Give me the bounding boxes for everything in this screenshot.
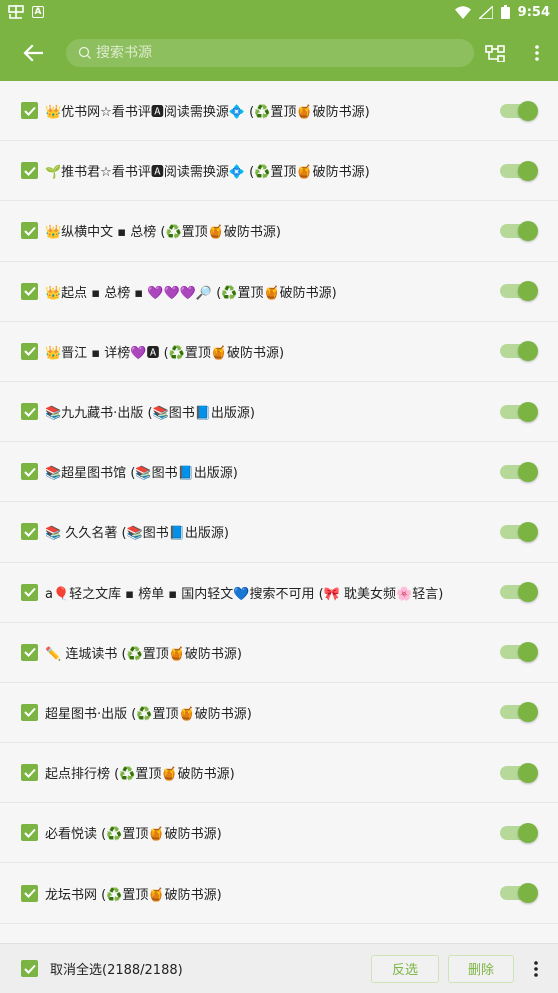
check-icon bbox=[23, 226, 36, 236]
status-bar: A 9:54 bbox=[0, 0, 558, 24]
source-enable-switch[interactable] bbox=[500, 401, 538, 422]
source-checkbox[interactable] bbox=[21, 463, 38, 481]
check-icon bbox=[23, 166, 36, 176]
source-label: 📚九九藏书·出版 (📚图书📘出版源) bbox=[45, 406, 255, 422]
source-enable-switch[interactable] bbox=[500, 762, 538, 783]
search-icon bbox=[78, 46, 91, 59]
source-checkbox[interactable] bbox=[21, 824, 38, 842]
source-checkbox[interactable] bbox=[21, 403, 38, 421]
source-checkbox[interactable] bbox=[21, 342, 38, 360]
source-row[interactable]: 📚超星图书馆 (📚图书📘出版源) bbox=[0, 442, 558, 503]
more-vert-icon bbox=[535, 44, 539, 61]
check-icon bbox=[23, 888, 36, 898]
source-label: ✏️ 连城读书 (♻️置顶🍯破防书源) bbox=[45, 646, 242, 662]
source-row[interactable]: 必看悦读 (♻️置顶🍯破防书源) bbox=[0, 803, 558, 864]
invert-selection-button[interactable]: 反选 bbox=[371, 954, 439, 983]
source-checkbox[interactable] bbox=[21, 523, 38, 541]
source-enable-switch[interactable] bbox=[500, 642, 538, 663]
wifi-icon bbox=[454, 5, 471, 19]
more-vert-icon bbox=[534, 960, 538, 977]
source-enable-switch[interactable] bbox=[500, 220, 538, 241]
source-label: 📚超星图书馆 (📚图书📘出版源) bbox=[45, 466, 238, 482]
check-icon bbox=[23, 587, 36, 598]
source-label: 必看悦读 (♻️置顶🍯破防书源) bbox=[45, 827, 222, 843]
source-label: 超星图书·出版 (♻️置顶🍯破防书源) bbox=[45, 706, 252, 722]
source-label: a🎈轻之文库 ▪ 榜单 ▪ 国内轻文💙搜索不可用 (🎀 耽美女频🌸轻言) bbox=[45, 586, 444, 602]
source-enable-switch[interactable] bbox=[500, 521, 538, 542]
source-enable-switch[interactable] bbox=[500, 281, 538, 302]
signal-icon bbox=[478, 5, 493, 19]
check-icon bbox=[23, 347, 36, 357]
group-button[interactable] bbox=[474, 24, 516, 81]
check-icon bbox=[23, 708, 36, 718]
source-row[interactable]: 👑纵横中文 ▪ 总榜 (♻️置顶🍯破防书源) bbox=[0, 201, 558, 262]
source-enable-switch[interactable] bbox=[500, 822, 538, 843]
status-left: A bbox=[8, 5, 44, 19]
bottom-more-button[interactable] bbox=[524, 949, 548, 989]
notification-a-icon: A bbox=[32, 6, 44, 18]
source-label: 👑纵横中文 ▪ 总榜 (♻️置顶🍯破防书源) bbox=[45, 225, 281, 241]
source-checkbox[interactable] bbox=[21, 764, 38, 782]
source-row[interactable]: 👑起点 ▪ 总榜 ▪ 💜💜💜🔎 (♻️置顶🍯破防书源) bbox=[0, 261, 558, 322]
source-enable-switch[interactable] bbox=[500, 341, 538, 362]
source-label: 🌱推书君☆看书评🅰阅读需换源💠 (♻️置顶🍯破防书源) bbox=[45, 165, 370, 181]
check-icon bbox=[23, 527, 36, 537]
source-checkbox[interactable] bbox=[21, 884, 38, 902]
search-box[interactable] bbox=[66, 38, 474, 67]
source-checkbox[interactable] bbox=[21, 643, 38, 661]
group-icon bbox=[485, 44, 505, 62]
source-row[interactable]: 📚九九藏书·出版 (📚图书📘出版源) bbox=[0, 381, 558, 443]
source-checkbox[interactable] bbox=[21, 282, 38, 300]
status-time: 9:54 bbox=[517, 4, 550, 20]
status-right: 9:54 bbox=[454, 4, 550, 20]
source-enable-switch[interactable] bbox=[500, 883, 538, 904]
check-icon bbox=[23, 467, 36, 477]
source-checkbox[interactable] bbox=[21, 222, 38, 240]
source-checkbox[interactable] bbox=[21, 102, 38, 120]
select-all-checkbox[interactable] bbox=[21, 960, 38, 977]
bottom-action-bar: 取消全选(2188/2188) 反选 删除 bbox=[0, 943, 558, 993]
check-icon bbox=[23, 768, 36, 778]
source-row[interactable]: 起点排行榜 (♻️置顶🍯破防书源) bbox=[0, 743, 558, 804]
source-label: 起点排行榜 (♻️置顶🍯破防书源) bbox=[45, 767, 235, 783]
source-row[interactable]: 👑晋江 ▪ 详榜💜🅰 (♻️置顶🍯破防书源) bbox=[0, 321, 558, 382]
source-row[interactable]: 龙坛书网 (♻️置顶🍯破防书源) bbox=[0, 863, 558, 924]
source-row[interactable]: a🎈轻之文库 ▪ 榜单 ▪ 国内轻文💙搜索不可用 (🎀 耽美女频🌸轻言) bbox=[0, 562, 558, 623]
check-icon bbox=[23, 286, 36, 297]
source-enable-switch[interactable] bbox=[500, 100, 538, 121]
check-icon bbox=[23, 964, 36, 974]
source-label: 📚 久久名著 (📚图书📘出版源) bbox=[45, 526, 229, 542]
source-label: 👑起点 ▪ 总榜 ▪ 💜💜💜🔎 (♻️置顶🍯破防书源) bbox=[45, 285, 337, 301]
overflow-menu-button[interactable] bbox=[516, 24, 558, 81]
app-root: A 9:54 搜索书源 👑优书网☆看书评🅰阅读需换源💠 (♻️置顶🍯破防书源) … bbox=[0, 0, 558, 993]
battery-icon bbox=[500, 5, 510, 19]
source-row[interactable]: 超星图书·出版 (♻️置顶🍯破防书源) bbox=[0, 682, 558, 744]
back-button[interactable] bbox=[0, 24, 66, 81]
toolbar bbox=[0, 24, 558, 81]
check-icon bbox=[23, 648, 36, 658]
source-checkbox[interactable] bbox=[21, 162, 38, 180]
source-row[interactable]: 🌱推书君☆看书评🅰阅读需换源💠 (♻️置顶🍯破防书源) bbox=[0, 141, 558, 202]
source-enable-switch[interactable] bbox=[500, 160, 538, 181]
app-notification-icon bbox=[8, 5, 24, 19]
source-checkbox[interactable] bbox=[21, 703, 38, 721]
source-label: 👑晋江 ▪ 详榜💜🅰 (♻️置顶🍯破防书源) bbox=[45, 345, 285, 361]
source-label: 龙坛书网 (♻️置顶🍯破防书源) bbox=[45, 887, 222, 903]
check-icon bbox=[23, 407, 36, 417]
check-icon bbox=[23, 828, 36, 838]
source-list[interactable]: 👑优书网☆看书评🅰阅读需换源💠 (♻️置顶🍯破防书源) 🌱推书君☆看书评🅰阅读需… bbox=[0, 81, 558, 943]
delete-button[interactable]: 删除 bbox=[448, 954, 514, 983]
select-all-label[interactable]: 取消全选(2188/2188) bbox=[50, 959, 371, 978]
check-icon bbox=[23, 106, 36, 116]
source-row[interactable]: ✏️ 连城读书 (♻️置顶🍯破防书源) bbox=[0, 622, 558, 683]
arrow-left-icon bbox=[23, 43, 43, 62]
source-enable-switch[interactable] bbox=[500, 461, 538, 482]
search-input[interactable] bbox=[96, 44, 436, 61]
source-label: 👑优书网☆看书评🅰阅读需换源💠 (♻️置顶🍯破防书源) bbox=[45, 105, 370, 121]
source-row[interactable]: 👑优书网☆看书评🅰阅读需换源💠 (♻️置顶🍯破防书源) bbox=[0, 81, 558, 142]
source-enable-switch[interactable] bbox=[500, 702, 538, 723]
source-checkbox[interactable] bbox=[21, 583, 38, 601]
source-row[interactable]: 📚 久久名著 (📚图书📘出版源) bbox=[0, 502, 558, 563]
source-enable-switch[interactable] bbox=[500, 582, 538, 603]
